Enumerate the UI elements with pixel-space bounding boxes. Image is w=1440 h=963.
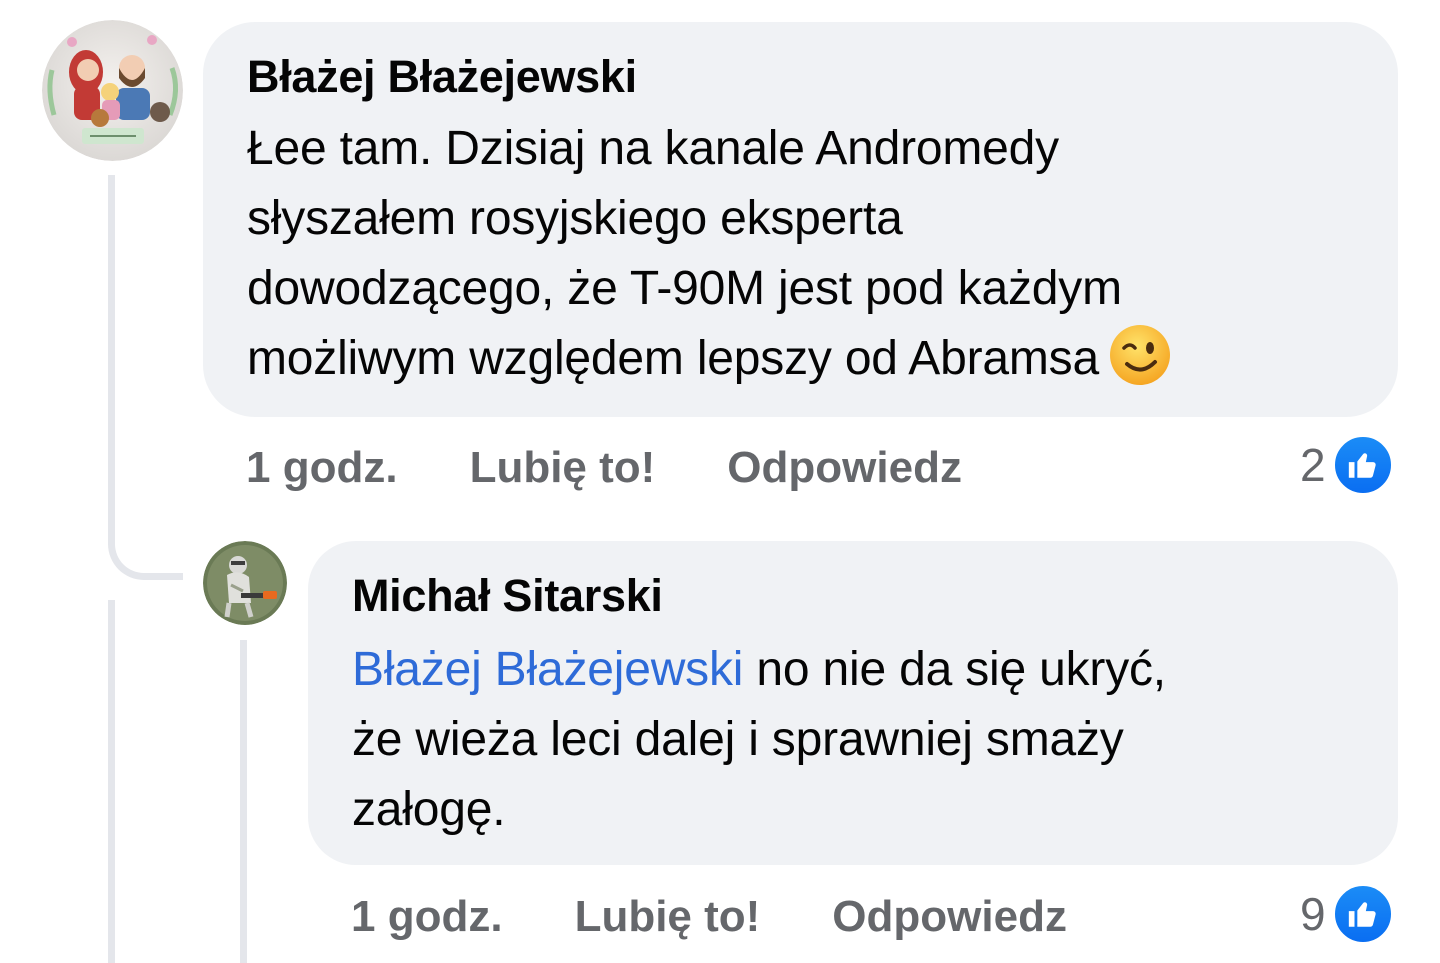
like-button[interactable]: Lubię to! xyxy=(470,443,656,493)
reply-text-line: załogę. xyxy=(352,783,506,836)
comment-author[interactable]: Błażej Błażejewski xyxy=(247,48,1398,106)
reply-timestamp[interactable]: 1 godz. xyxy=(351,892,503,942)
reply-bubble: Michał Sitarski Błażej Błażejewski no ni… xyxy=(308,541,1398,865)
thread-line-main-lower xyxy=(108,600,115,963)
comment-actions: 1 godz. Lubię to! Odpowiedz xyxy=(246,440,1034,496)
reply-button[interactable]: Odpowiedz xyxy=(832,892,1067,942)
thread-line-main xyxy=(108,175,115,515)
soldier-avatar-icon xyxy=(203,541,287,625)
reply-text-line-first: Błażej Błażejewski no nie da się ukryć, xyxy=(352,635,1398,705)
comment-text-line: słyszałem rosyjskiego eksperta xyxy=(247,192,903,245)
reply-actions: 1 godz. Lubię to! Odpowiedz xyxy=(351,889,1139,945)
mention-link[interactable]: Błażej Błażejewski xyxy=(352,643,743,696)
reply-text-segment: no nie da się ukryć, xyxy=(743,643,1166,696)
thread-connector-curve xyxy=(108,505,183,580)
avatar-blazej[interactable] xyxy=(42,20,183,161)
comment-bubble: Błażej Błażejewski Łee tam. Dzisiaj na k… xyxy=(203,22,1398,417)
reaction-count: 9 xyxy=(1300,888,1326,940)
reply-reaction-summary[interactable]: 9 xyxy=(1300,883,1394,945)
reply-text: Błażej Błażejewski no nie da się ukryć, … xyxy=(352,635,1398,845)
comment-thread: Błażej Błażejewski Łee tam. Dzisiaj na k… xyxy=(0,0,1440,963)
reaction-summary[interactable]: 2 xyxy=(1300,434,1394,496)
reply-author[interactable]: Michał Sitarski xyxy=(352,567,1398,625)
winking-face-emoji-icon xyxy=(1109,324,1171,406)
comment-timestamp[interactable]: 1 godz. xyxy=(246,443,398,493)
reaction-count: 2 xyxy=(1300,439,1326,491)
comment-text-line: dowodzącego, że T-90M jest pod każdym xyxy=(247,262,1122,315)
comment-text: Łee tam. Dzisiaj na kanale Andromedy sły… xyxy=(247,114,1398,406)
family-drawing-avatar-icon xyxy=(42,20,183,161)
like-button[interactable]: Lubię to! xyxy=(575,892,761,942)
thumbs-up-icon xyxy=(1331,883,1394,945)
thread-line-reply xyxy=(240,640,247,963)
comment-text-line: możliwym względem lepszy od Abramsa xyxy=(247,332,1099,385)
avatar-michal[interactable] xyxy=(203,541,287,625)
reply-text-line: że wieża leci dalej i sprawniej smaży xyxy=(352,713,1124,766)
comment-text-line-last: możliwym względem lepszy od Abramsa xyxy=(247,324,1398,406)
comment-text-line: Łee tam. Dzisiaj na kanale Andromedy xyxy=(247,122,1059,175)
thumbs-up-icon xyxy=(1331,434,1394,496)
reply-button[interactable]: Odpowiedz xyxy=(727,443,962,493)
